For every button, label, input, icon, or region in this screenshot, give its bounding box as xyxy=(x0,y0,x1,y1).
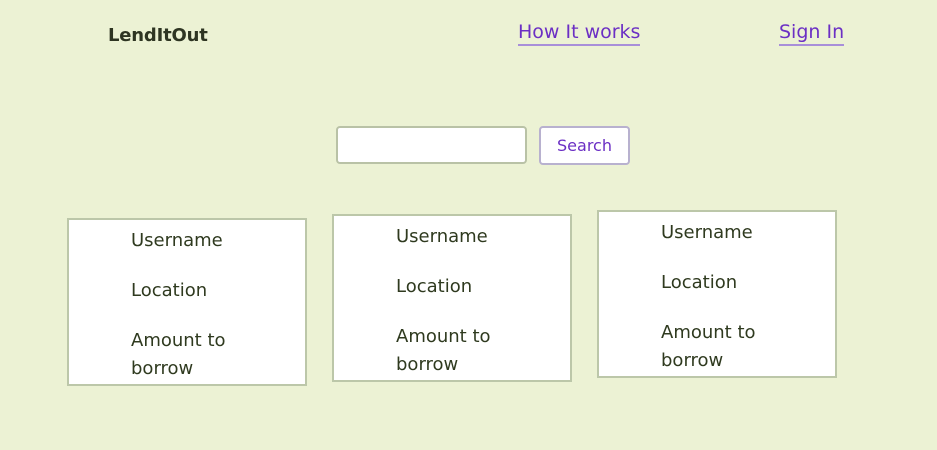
card-location-label: Location xyxy=(396,276,473,297)
card-location-label: Location xyxy=(131,280,208,301)
nav-link-how-it-works[interactable]: How It works xyxy=(518,21,641,46)
card-username-label: Username xyxy=(661,222,753,243)
search-input[interactable] xyxy=(336,126,527,164)
card-username-label: Username xyxy=(396,226,488,247)
card-amount-label: Amount to borrow xyxy=(131,330,226,379)
listing-card[interactable]: Username Location Amount to borrow xyxy=(597,210,837,378)
search-button[interactable]: Search xyxy=(539,126,630,165)
card-location-label: Location xyxy=(661,272,738,293)
card-amount-label: Amount to borrow xyxy=(661,322,756,371)
card-amount-label: Amount to borrow xyxy=(396,326,491,375)
nav-link-sign-in[interactable]: Sign In xyxy=(779,21,845,46)
listing-card[interactable]: Username Location Amount to borrow xyxy=(332,214,572,382)
card-username-label: Username xyxy=(131,230,223,251)
brand-logo: LendItOut xyxy=(108,25,208,46)
listing-card[interactable]: Username Location Amount to borrow xyxy=(67,218,307,386)
